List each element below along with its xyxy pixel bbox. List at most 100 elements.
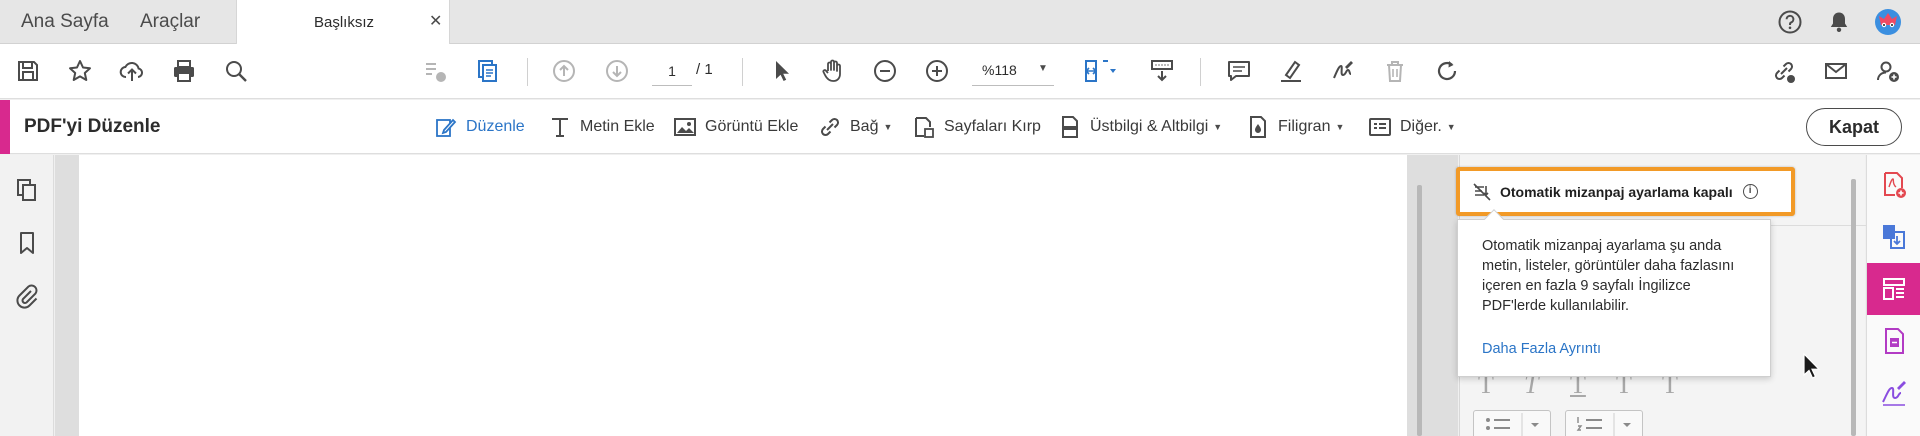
tab-document[interactable]: Başlıksız ✕ xyxy=(236,0,450,45)
fill-sign-icon[interactable] xyxy=(1867,367,1920,419)
edit-tool-label: Düzenle xyxy=(466,118,525,135)
edit-icon xyxy=(436,118,457,137)
auto-layout-off-icon xyxy=(1473,182,1491,201)
help-icon[interactable] xyxy=(1777,9,1803,35)
more-label: Diğer. xyxy=(1400,118,1442,135)
attachment-icon[interactable] xyxy=(12,281,42,311)
panel-scrollbar[interactable] xyxy=(1851,179,1856,436)
hand-icon[interactable] xyxy=(816,54,850,88)
more-icon xyxy=(1369,118,1391,136)
tab-document-label: Başlıksız xyxy=(314,14,375,31)
toolbar-separator xyxy=(527,58,528,86)
toolbar-separator xyxy=(1200,58,1201,86)
watermark-label: Filigran xyxy=(1278,118,1331,135)
comment-icon[interactable] xyxy=(1222,54,1256,88)
bell-icon[interactable] xyxy=(1826,9,1852,35)
organize-pages-icon[interactable] xyxy=(1867,315,1920,367)
sign-icon[interactable] xyxy=(1326,54,1360,88)
upload-icon[interactable] xyxy=(115,54,149,88)
header-footer-label: Üstbilgi & Altbilgi xyxy=(1090,118,1209,135)
page-total: / 1 xyxy=(696,61,713,78)
bullet-list-icon xyxy=(1486,413,1539,436)
edit-pdf-bar: PDF'yi Düzenle Düzenle Metin Ekle Görünt… xyxy=(0,100,1920,154)
bullet-list-button[interactable] xyxy=(1473,410,1551,436)
watermark-icon xyxy=(1250,116,1266,138)
add-image-label: Görüntü Ekle xyxy=(705,118,799,135)
edit-pdf-tool-icon[interactable] xyxy=(1867,263,1920,315)
more-details-link[interactable]: Daha Fazla Ayrıntı xyxy=(1482,341,1601,357)
more-button[interactable]: Diğer. ▼ xyxy=(1368,112,1456,142)
trash-icon[interactable] xyxy=(1378,54,1412,88)
add-user-icon[interactable] xyxy=(1871,54,1905,88)
mouse-pointer-icon xyxy=(1802,352,1822,380)
add-image-button[interactable]: Görüntü Ekle xyxy=(673,112,798,142)
edit-tool-button[interactable]: Düzenle xyxy=(434,112,525,142)
info-icon[interactable]: i xyxy=(1742,184,1758,199)
mail-icon[interactable] xyxy=(1819,54,1853,88)
left-nav-panel xyxy=(0,155,54,436)
close-tab-icon[interactable]: ✕ xyxy=(429,11,442,31)
document-scrollbar[interactable] xyxy=(1417,185,1422,436)
up-arrow-icon[interactable] xyxy=(547,54,581,88)
numbered-list-button[interactable] xyxy=(1565,410,1643,436)
close-button[interactable]: Kapat xyxy=(1806,108,1902,146)
right-tools-rail xyxy=(1866,155,1920,436)
tab-tools[interactable]: Araçlar xyxy=(140,11,200,33)
share-link-icon[interactable] xyxy=(1767,54,1801,88)
export-pdf-icon[interactable] xyxy=(1867,211,1920,263)
zoom-value: %118 xyxy=(982,62,1017,78)
add-text-button[interactable]: Metin Ekle xyxy=(548,112,655,142)
chevron-down-icon: ▼ xyxy=(1446,122,1456,132)
toolbar-separator xyxy=(742,58,743,86)
document-area xyxy=(55,155,1458,436)
auto-layout-label: Otomatik mizanpaj ayarlama kapalı xyxy=(1500,183,1733,200)
rotate-icon[interactable] xyxy=(1430,54,1464,88)
accent-strip xyxy=(0,100,10,154)
zoom-in-icon[interactable] xyxy=(920,54,954,88)
page-number-input[interactable] xyxy=(652,56,692,86)
link-icon xyxy=(820,117,840,137)
crop-pages-button[interactable]: Sayfaları Kırp xyxy=(912,112,1041,142)
chevron-down-icon: ▼ xyxy=(1038,63,1048,74)
tab-bar: Ana Sayfa Araçlar Başlıksız ✕ xyxy=(0,0,1920,45)
stamp-icon[interactable] xyxy=(418,54,452,88)
pages-icon[interactable] xyxy=(12,175,42,205)
chevron-down-icon: ▼ xyxy=(883,122,893,132)
fit-icon[interactable] xyxy=(1078,54,1124,88)
popover-line: metin, listeler, görüntüler daha fazlası… xyxy=(1482,258,1735,274)
cursor-icon[interactable] xyxy=(764,54,798,88)
link-button[interactable]: Bağ ▼ xyxy=(818,112,892,142)
user-avatar[interactable] xyxy=(1873,7,1903,37)
chevron-down-icon: ▼ xyxy=(1335,122,1345,132)
scroll-icon[interactable] xyxy=(1145,54,1179,88)
search-icon[interactable] xyxy=(219,54,253,88)
zoom-select[interactable]: %118 ▼ xyxy=(972,56,1054,86)
popover-line: içeren en fazla 9 sayfalı İngilizce xyxy=(1482,278,1691,294)
crop-pages-label: Sayfaları Kırp xyxy=(944,118,1041,135)
chevron-down-icon: ▼ xyxy=(1213,122,1223,132)
header-footer-button[interactable]: Üstbilgi & Altbilgi ▼ xyxy=(1058,112,1222,142)
bookmark-icon[interactable] xyxy=(12,228,42,258)
highlight-icon[interactable] xyxy=(1274,54,1308,88)
text-icon xyxy=(552,118,568,137)
header-footer-icon xyxy=(1062,116,1078,138)
auto-layout-toggle[interactable]: Otomatik mizanpaj ayarlama kapalı i xyxy=(1456,167,1795,216)
tab-home[interactable]: Ana Sayfa xyxy=(21,11,109,33)
auto-layout-popover: Otomatik mizanpaj ayarlama şu anda metin… xyxy=(1457,209,1771,377)
popover-line: Otomatik mizanpaj ayarlama şu anda xyxy=(1482,238,1722,254)
star-icon[interactable] xyxy=(63,54,97,88)
watermark-button[interactable]: Filigran ▼ xyxy=(1246,112,1344,142)
pdf-page[interactable] xyxy=(79,155,1407,436)
copy-icon[interactable] xyxy=(470,54,504,88)
numbered-list-icon xyxy=(1576,413,1631,436)
add-text-label: Metin Ekle xyxy=(580,118,655,135)
zoom-out-icon[interactable] xyxy=(868,54,902,88)
print-icon[interactable] xyxy=(167,54,201,88)
down-arrow-icon[interactable] xyxy=(600,54,634,88)
save-icon[interactable] xyxy=(11,54,45,88)
create-pdf-icon[interactable] xyxy=(1867,159,1920,211)
popover-text: Otomatik mizanpaj ayarlama şu anda metin… xyxy=(1482,236,1752,316)
image-icon xyxy=(674,118,696,136)
popover-line: PDF'lerde kullanılabilir. xyxy=(1482,298,1630,314)
edit-pdf-title: PDF'yi Düzenle xyxy=(24,116,161,137)
